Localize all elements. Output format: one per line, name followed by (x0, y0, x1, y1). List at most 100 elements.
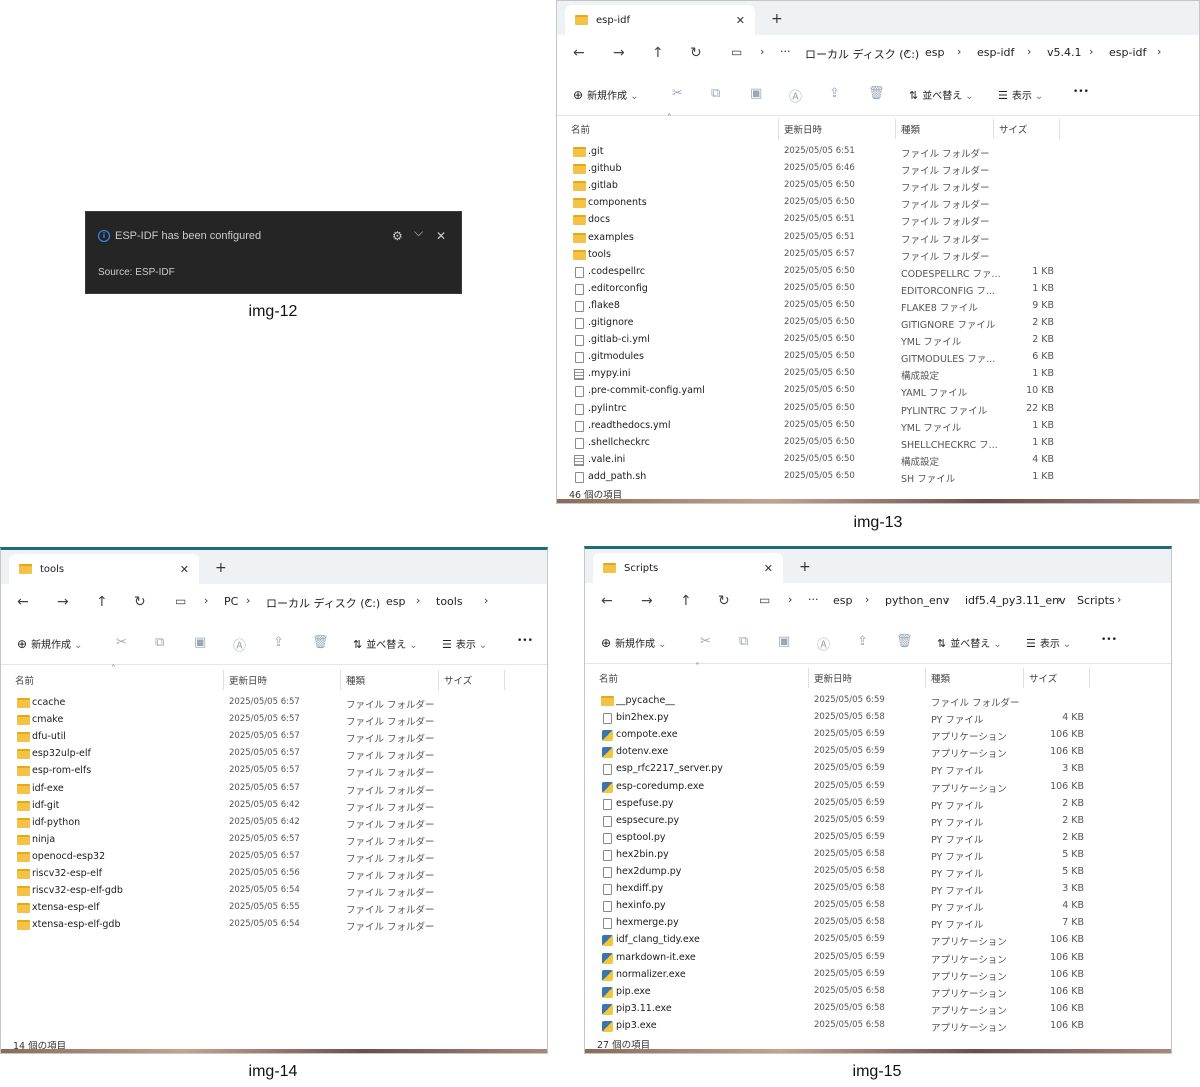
list-item[interactable]: .shellcheckrc 2025/05/05 6:50 SHELLCHECKRC… (557, 435, 1199, 452)
breadcrumb-item[interactable]: esp-idf (1109, 46, 1146, 59)
breadcrumb-chevron[interactable]: › (1089, 45, 1093, 58)
breadcrumb-item[interactable]: Scripts (1077, 594, 1115, 607)
list-item[interactable]: riscv32-esp-elf 2025/05/05 6:56 ファイル フォルダー (1, 866, 547, 883)
list-item[interactable]: .mypy.ini 2025/05/05 6:50 構成設定 1 KB (557, 366, 1199, 383)
sort-button[interactable]: ⇅ 並べ替え ⌄ (909, 87, 974, 102)
column-type[interactable]: 種類 (346, 673, 365, 687)
breadcrumb-chevron[interactable]: › (1117, 593, 1121, 606)
list-item[interactable]: pip3.exe 2025/05/05 6:58 アプリケーション 106 KB (585, 1018, 1171, 1035)
column-size[interactable]: サイズ (444, 673, 472, 687)
list-item[interactable]: tools 2025/05/05 6:57 ファイル フォルダー (557, 247, 1199, 264)
view-button[interactable]: ☰ 表示 ⌄ (998, 87, 1043, 102)
monitor-icon[interactable]: ▭ (175, 594, 186, 608)
list-item[interactable]: .pre-commit-config.yaml 2025/05/05 6:50 YA… (557, 383, 1199, 400)
copy-icon[interactable]: ⧉ (711, 86, 720, 101)
copy-icon[interactable]: ⧉ (155, 635, 164, 650)
refresh-icon[interactable]: ↻ (690, 45, 702, 61)
breadcrumb-chevron[interactable]: › (905, 45, 909, 58)
new-tab-icon[interactable]: + (215, 560, 227, 576)
forward-icon[interactable]: → (57, 594, 69, 610)
column-name[interactable]: 名前 (571, 122, 590, 136)
list-item[interactable]: .gitlab 2025/05/05 6:50 ファイル フォルダー (557, 178, 1199, 195)
breadcrumb-item[interactable]: tools (436, 595, 463, 608)
tab-win13[interactable]: esp-idf ✕ (565, 5, 755, 35)
breadcrumb-chevron[interactable]: › (484, 594, 488, 607)
list-item[interactable]: esp_rfc2217_server.py 2025/05/05 6:59 PY フ… (585, 761, 1171, 778)
cut-icon[interactable]: ✂ (116, 635, 127, 650)
more-options-icon[interactable]: ••• (517, 636, 533, 646)
tab-win14[interactable]: tools ✕ (9, 554, 199, 584)
list-item[interactable]: hexinfo.py 2025/05/05 6:58 PY ファイル 4 KB (585, 898, 1171, 915)
list-item[interactable]: esp32ulp-elf 2025/05/05 6:57 ファイル フォルダー (1, 746, 547, 763)
breadcrumb-item[interactable]: ローカル ディスク (C:) (266, 595, 380, 611)
column-date[interactable]: 更新日時 (229, 673, 267, 687)
list-item[interactable]: esp-rom-elfs 2025/05/05 6:57 ファイル フォルダー (1, 763, 547, 780)
column-date[interactable]: 更新日時 (814, 671, 852, 685)
column-name[interactable]: 名前 (599, 671, 618, 685)
up-icon[interactable]: ↑ (652, 45, 664, 61)
breadcrumb-chevron[interactable]: › (1057, 593, 1061, 606)
breadcrumb-item[interactable]: esp (386, 595, 405, 608)
column-type[interactable]: 種類 (931, 671, 950, 685)
list-item[interactable]: docs 2025/05/05 6:51 ファイル フォルダー (557, 212, 1199, 229)
breadcrumb-chevron[interactable]: › (1157, 45, 1161, 58)
close-icon[interactable]: ✕ (436, 229, 446, 243)
breadcrumb-item[interactable]: ローカル ディスク (C:) (805, 46, 919, 62)
list-item[interactable]: espsecure.py 2025/05/05 6:59 PY ファイル 2 KB (585, 813, 1171, 830)
cut-icon[interactable]: ✂ (672, 86, 683, 101)
breadcrumb-chevron[interactable]: › (416, 594, 420, 607)
column-size[interactable]: サイズ (999, 122, 1027, 136)
list-item[interactable]: .github 2025/05/05 6:46 ファイル フォルダー (557, 161, 1199, 178)
tab-win15[interactable]: Scripts ✕ (593, 553, 783, 583)
list-item[interactable]: idf-python 2025/05/05 6:42 ファイル フォルダー (1, 815, 547, 832)
share-icon[interactable]: ⇪ (857, 634, 868, 649)
column-divider[interactable] (993, 119, 994, 139)
breadcrumb-overflow[interactable]: ··· (808, 593, 819, 606)
column-divider[interactable] (1059, 119, 1060, 139)
list-item[interactable]: dotenv.exe 2025/05/05 6:59 アプリケーション 106 KB (585, 744, 1171, 761)
forward-icon[interactable]: → (641, 593, 653, 609)
list-item[interactable]: .git 2025/05/05 6:51 ファイル フォルダー (557, 144, 1199, 161)
list-item[interactable]: dfu-util 2025/05/05 6:57 ファイル フォルダー (1, 729, 547, 746)
close-tab-icon[interactable]: ✕ (736, 14, 745, 27)
breadcrumb-chevron[interactable]: › (788, 593, 792, 606)
column-divider[interactable] (1023, 668, 1024, 688)
column-divider[interactable] (778, 119, 779, 139)
column-divider[interactable] (223, 670, 224, 690)
gear-icon[interactable]: ⚙ (392, 229, 403, 243)
list-item[interactable]: __pycache__ 2025/05/05 6:59 ファイル フォルダー (585, 693, 1171, 710)
column-date[interactable]: 更新日時 (784, 122, 822, 136)
list-item[interactable]: pip3.11.exe 2025/05/05 6:58 アプリケーション 106 KB (585, 1001, 1171, 1018)
forward-icon[interactable]: → (613, 45, 625, 61)
breadcrumb-item[interactable]: v5.4.1 (1047, 46, 1082, 59)
list-item[interactable]: normalizer.exe 2025/05/05 6:59 アプリケーション 106… (585, 967, 1171, 984)
chevron-down-icon[interactable]: ⌵ (414, 225, 423, 240)
column-divider[interactable] (1089, 668, 1090, 688)
list-item[interactable]: esptool.py 2025/05/05 6:59 PY ファイル 2 KB (585, 830, 1171, 847)
list-item[interactable]: ninja 2025/05/05 6:57 ファイル フォルダー (1, 832, 547, 849)
sort-button[interactable]: ⇅ 並べ替え ⌄ (937, 635, 1002, 650)
view-button[interactable]: ☰ 表示 ⌄ (1026, 635, 1071, 650)
list-item[interactable]: components 2025/05/05 6:50 ファイル フォルダー (557, 195, 1199, 212)
list-item[interactable]: add_path.sh 2025/05/05 6:50 SH ファイル 1 KB (557, 469, 1199, 486)
new-button[interactable]: ⊕ 新規作成 ⌄ (17, 636, 82, 651)
list-item[interactable]: idf-exe 2025/05/05 6:57 ファイル フォルダー (1, 781, 547, 798)
list-item[interactable]: .codespellrc 2025/05/05 6:50 CODESPELLRC フ… (557, 264, 1199, 281)
cut-icon[interactable]: ✂ (700, 634, 711, 649)
new-button[interactable]: ⊕ 新規作成 ⌄ (573, 87, 638, 102)
list-item[interactable]: .editorconfig 2025/05/05 6:50 EDITORCONFIG… (557, 281, 1199, 298)
breadcrumb-item[interactable]: esp (925, 46, 944, 59)
list-item[interactable]: xtensa-esp-elf-gdb 2025/05/05 6:54 ファイル フォ… (1, 917, 547, 934)
list-item[interactable]: .vale.ini 2025/05/05 6:50 構成設定 4 KB (557, 452, 1199, 469)
list-item[interactable]: .gitignore 2025/05/05 6:50 GITIGNORE ファイル 2… (557, 315, 1199, 332)
column-divider[interactable] (808, 668, 809, 688)
list-item[interactable]: hexmerge.py 2025/05/05 6:58 PY ファイル 7 KB (585, 915, 1171, 932)
list-item[interactable]: .readthedocs.yml 2025/05/05 6:50 YML ファイル 1… (557, 418, 1199, 435)
breadcrumb-item[interactable]: esp-idf (977, 46, 1014, 59)
breadcrumb-chevron[interactable]: › (366, 594, 370, 607)
up-icon[interactable]: ↑ (96, 594, 108, 610)
list-item[interactable]: .gitmodules 2025/05/05 6:50 GITMODULES ファ.… (557, 349, 1199, 366)
breadcrumb-chevron[interactable]: › (204, 594, 208, 607)
delete-icon[interactable]: 🗑 (896, 634, 913, 649)
list-item[interactable]: .pylintrc 2025/05/05 6:50 PYLINTRC ファイル 22 … (557, 401, 1199, 418)
